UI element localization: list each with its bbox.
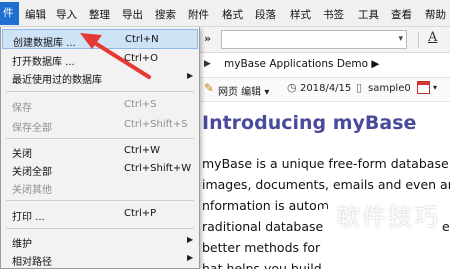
menu-item-label: 相对路径 [12,257,52,268]
menu-view[interactable]: 查看 [391,7,412,22]
menu-edit[interactable]: 编辑 [25,7,46,22]
menu-item-save-all: 保存全部 Ctrl+Shift+S [2,115,198,135]
menu-export[interactable]: 导出 [122,7,143,22]
document-line: hat helps you build [202,261,322,269]
menu-item-close-all[interactable]: 关闭全部 Ctrl+Shift+W [2,159,198,179]
pencil-icon: ✎ [204,81,215,95]
submenu-arrow-icon: ▶ [187,253,194,262]
menu-item-recent-databases[interactable]: 最近使用过的数据库 ▶ [2,67,198,87]
menu-item-label: 保存全部 [12,123,52,134]
breadcrumb[interactable]: myBase Applications Demo ▶ [224,58,379,70]
document-line: better methods for [202,240,321,255]
menu-style[interactable]: 样式 [290,7,311,22]
menu-item-label: 关闭其他 [12,185,52,196]
menu-item-shortcut: Ctrl+P [124,208,157,219]
document-title: Introducing myBase [202,112,417,134]
menu-separator [6,91,194,92]
calendar-icon[interactable] [417,81,430,94]
menu-item-label: 创建数据库 ... [13,38,76,49]
submenu-arrow-icon: ▶ [187,71,194,80]
file-menu: 创建数据库 ... Ctrl+N 打开数据库 ... Ctrl+O 最近使用过的… [0,27,200,269]
font-color-icon[interactable]: A [428,30,437,45]
menu-tools[interactable]: 工具 [358,7,379,22]
view-edit-toggle[interactable]: 网页 编辑 ▾ [218,83,269,98]
menu-item-close[interactable]: 关闭 Ctrl+W [2,141,198,161]
document-line: nformation is autom [202,198,329,213]
menu-item-shortcut: Ctrl+O [124,53,159,64]
menu-bar: 件 编辑 导入 整理 导出 搜索 附件 格式 段落 样式 书签 工具 查看 帮助 [0,0,450,27]
menu-item-open-database[interactable]: 打开数据库 ... Ctrl+O [2,49,198,69]
menu-item-label: 关闭全部 [12,167,52,178]
menu-item-label: 打开数据库 ... [12,57,75,68]
menu-item-shortcut: Ctrl+W [124,145,161,156]
info-bar: ✎ 网页 编辑 ▾ ◷ 2018/4/15 ▯ sample0 ▾ [196,78,450,102]
menu-organize[interactable]: 整理 [89,7,110,22]
menu-item-label: 关闭 [12,149,32,160]
menu-item-shortcut: Ctrl+N [125,34,159,45]
menu-item-label: 保存 [12,103,32,114]
menu-attachment[interactable]: 附件 [188,7,209,22]
menu-file[interactable]: 件 [0,2,19,25]
menu-format[interactable]: 格式 [222,7,243,22]
document-content[interactable]: Introducing myBase myBase is a unique fr… [196,103,450,269]
menu-item-shortcut: Ctrl+Shift+W [124,163,192,174]
menu-item-close-others: 关闭其他 [2,177,198,197]
menu-item-maintenance[interactable]: 维护 ▶ [2,231,198,251]
menu-item-save: 保存 Ctrl+S [2,95,198,115]
menu-help[interactable]: 帮助 [425,7,446,22]
menu-item-shortcut: Ctrl+Shift+S [124,119,188,130]
toolbar-overflow-chevron-icon[interactable]: » [204,32,211,45]
watermark: 软件技巧 [312,189,450,237]
menu-search[interactable]: 搜索 [155,7,176,22]
path-bar: ▶ myBase Applications Demo ▶ [196,53,450,78]
path-arrow-icon[interactable]: ▶ [204,59,211,69]
chevron-down-icon[interactable]: ▾ [398,34,403,44]
menu-item-shortcut: Ctrl+S [124,99,157,110]
menu-item-label: 维护 [12,239,32,250]
submenu-arrow-icon: ▶ [187,235,194,244]
menu-item-label: 打印 ... [12,212,45,223]
watermark-logo-icon [316,198,336,224]
date-text: 2018/4/15 [300,83,352,94]
watermark-text: 软件技巧 [336,203,440,231]
toolbar: » ▾ A [196,27,450,53]
menu-separator [6,200,194,201]
clock-icon: ◷ [287,81,297,94]
author-text: sample0 [368,83,411,94]
menu-import[interactable]: 导入 [56,7,77,22]
document-line: raditional database [202,219,324,234]
toolbar-separator [418,32,419,48]
menu-bookmark[interactable]: 书签 [323,7,344,22]
menu-paragraph[interactable]: 段落 [255,7,276,22]
document-line: myBase is a unique free-form database so… [202,156,450,171]
menu-item-relative-path[interactable]: 相对路径 ▶ [2,249,198,269]
menu-item-print[interactable]: 打印 ... Ctrl+P [2,204,198,224]
menu-separator [6,138,194,139]
menu-item-new-database[interactable]: 创建数据库 ... Ctrl+N [2,29,198,49]
menu-separator [6,228,194,229]
chevron-down-icon[interactable]: ▾ [433,83,437,92]
document-icon: ▯ [356,81,363,94]
menu-item-label: 最近使用过的数据库 [12,75,102,86]
toolbar-dropdown[interactable]: ▾ [221,30,407,49]
